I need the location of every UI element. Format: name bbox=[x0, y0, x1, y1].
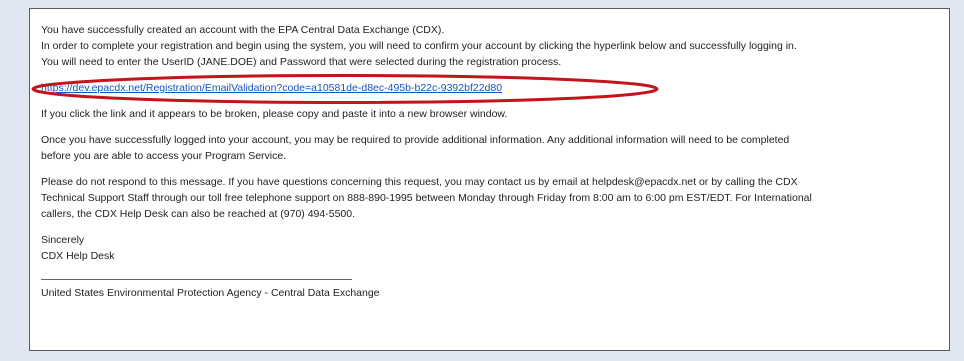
signature-text: CDX Help Desk bbox=[41, 250, 115, 262]
email-message-frame: You have successfully created an account… bbox=[29, 8, 950, 351]
intro-paragraph: You have successfully created an account… bbox=[41, 22, 941, 70]
additional-info-line: before you are able to access your Progr… bbox=[41, 150, 287, 162]
contact-line: callers, the CDX Help Desk can also be r… bbox=[41, 208, 356, 220]
signature-block: Sincerely CDX Help Desk bbox=[41, 232, 941, 264]
additional-info-line: Once you have successfully logged into y… bbox=[41, 134, 790, 146]
signature-divider bbox=[41, 279, 352, 280]
contact-line: Technical Support Staff through our toll… bbox=[41, 192, 812, 204]
intro-line: In order to complete your registration a… bbox=[41, 40, 797, 52]
validation-link-row: https://dev.epacdx.net/Registration/Emai… bbox=[31, 74, 941, 104]
intro-line: You have successfully created an account… bbox=[41, 24, 445, 36]
intro-line: You will need to enter the UserID (JANE.… bbox=[41, 56, 562, 68]
broken-link-note: If you click the link and it appears to … bbox=[41, 108, 508, 120]
signoff-text: Sincerely bbox=[41, 234, 85, 246]
contact-paragraph: Please do not respond to this message. I… bbox=[41, 174, 941, 222]
footer-text: United States Environmental Protection A… bbox=[41, 287, 380, 299]
broken-link-paragraph: If you click the link and it appears to … bbox=[41, 106, 941, 122]
contact-line: Please do not respond to this message. I… bbox=[41, 176, 798, 188]
email-validation-link[interactable]: https://dev.epacdx.net/Registration/Emai… bbox=[41, 82, 502, 94]
email-body: You have successfully created an account… bbox=[31, 22, 941, 301]
additional-info-paragraph: Once you have successfully logged into y… bbox=[41, 132, 941, 164]
